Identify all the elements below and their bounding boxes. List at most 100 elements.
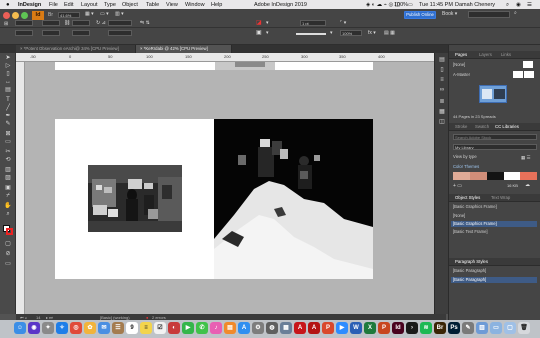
page-tool-icon[interactable]: ▯ [4,71,12,78]
free-transform-tool-icon[interactable]: ⟲ [4,157,12,164]
adobe-stock-search[interactable] [468,11,510,18]
rotation-field[interactable] [108,20,132,26]
x-field[interactable] [15,20,33,26]
cc-libraries-icon[interactable]: ◫ [438,119,446,126]
dock-image-capture-icon[interactable]: ◍ [266,322,278,334]
window-close-button[interactable] [3,12,10,19]
reference-point-icon[interactable]: ⊞ [4,21,8,27]
tab-kerrdabi[interactable]: × *KeRrdabi @ 42% [CPU Preview] [136,45,232,53]
dock-acrobat-icon[interactable]: A [294,322,306,334]
dock-chrome-icon[interactable]: ◎ [70,322,82,334]
color-themes-header[interactable]: Color Themes [451,164,537,170]
dock-siri-icon[interactable]: ◉ [28,322,40,334]
battery-percent[interactable]: 100% [394,2,408,8]
menu-table[interactable]: Table [146,2,159,8]
theme-color-1[interactable] [453,172,470,180]
swatches-icon[interactable]: ▦ [438,109,446,116]
dock-calendar-icon[interactable]: 9 [126,322,138,334]
stroke-panel-icon[interactable]: ≣ [438,99,446,106]
tab-text-wrap[interactable]: Text Wrap [491,194,510,202]
rotate-icon[interactable]: ↻ ⊿ [96,20,106,26]
scissors-tool-icon[interactable]: ✂ [4,149,12,156]
dock-system-preferences-icon[interactable]: ⚙ [252,322,264,334]
user-name[interactable]: Damah Chenery [455,2,495,8]
direct-selection-tool-icon[interactable]: ▷ [4,63,12,70]
window-minimize-button[interactable] [12,12,19,19]
gap-tool-icon[interactable]: ↔ [4,79,12,86]
dock-terminal-icon[interactable]: › [406,322,418,334]
dock-ibooks-icon[interactable]: ▤ [224,322,236,334]
dock-contacts-icon[interactable]: ☰ [112,322,124,334]
theme-color-3[interactable] [487,172,504,180]
dock-downloads-icon[interactable]: ▥ [476,322,488,334]
theme-color-5[interactable] [520,172,537,180]
master-a-right-thumbnail[interactable] [524,71,534,78]
opacity-field[interactable]: 100% [340,30,362,36]
screen-mode-icon[interactable]: ▭ ▾ [100,11,109,17]
dock-preview-icon[interactable]: ▦ [280,322,292,334]
bridge-shortcut[interactable]: Br [48,12,53,18]
hand-tool-icon[interactable]: ✋ [4,203,12,210]
rectangle-frame-tool-icon[interactable]: ⊠ [4,131,12,138]
tab-cc-libraries[interactable]: CC Libraries [495,123,519,131]
dock-script-editor-icon[interactable]: ✎ [462,322,474,334]
dock-messages-icon[interactable]: ✆ [196,322,208,334]
dock-acrobat-reader-icon[interactable]: A [308,322,320,334]
cloud-sync-icon[interactable]: ☁ [525,182,530,188]
pages-icon[interactable]: ▯ [438,67,446,74]
object-style-item-selected[interactable]: [Basic Graphics Frame] [451,221,537,227]
menu-edit[interactable]: Edit [64,2,73,8]
dock-photo-booth-icon[interactable]: ◐ [168,322,180,334]
tab-close-icon[interactable]: × [140,46,143,51]
publish-online-button[interactable]: Publish Online [404,11,436,19]
scale-x-field[interactable] [72,20,90,26]
tab-close-icon[interactable]: × [20,46,23,51]
links-icon[interactable]: ∞ [438,87,446,94]
dock-photos-icon[interactable]: ✿ [84,322,96,334]
object-style-item[interactable]: [None] [451,213,537,219]
add-to-library-icon[interactable]: + ▭ [453,183,462,189]
stroke-swatch-icon[interactable] [6,228,13,235]
siri-icon[interactable]: ◉ [516,2,521,8]
dock-excel-icon[interactable]: X [364,322,376,334]
notification-center-icon[interactable]: ☰ [527,2,532,8]
apply-none-icon[interactable]: ⊘ [4,251,12,258]
current-spread-thumbnail[interactable] [479,85,507,103]
menu-object[interactable]: Object [122,2,138,8]
library-search-field[interactable]: Search Adobe Stock [453,134,537,140]
dock-itunes-icon[interactable]: ♪ [210,322,222,334]
dock-facetime-icon[interactable]: ▶ [182,322,194,334]
dock-finder-window-icon[interactable]: ▢ [504,322,516,334]
tab-pages[interactable]: Pages [455,51,467,59]
zoom-tool-icon[interactable]: ⌕ [4,211,12,218]
screen-mode-tool-icon[interactable]: ▭ [4,261,12,268]
dock-safari-icon[interactable]: ✧ [56,322,68,334]
paragraph-style-item-selected[interactable]: [Basic Paragraph] [451,277,537,283]
menu-clock[interactable]: Tue 11:45 PM [419,2,453,8]
menu-file[interactable]: File [49,2,58,8]
dock-finder-icon[interactable]: ☺ [14,322,26,334]
tab-swatch[interactable]: Swatch [475,123,489,131]
properties-icon[interactable]: ▤ [438,57,446,64]
fill-none-icon[interactable]: ◪ [256,19,262,26]
dock-powerpoint-icon[interactable]: P [378,322,390,334]
tab-stroke[interactable]: Stroke [455,123,467,131]
flip-icons[interactable]: ⇋ ⇅ [140,20,150,26]
apple-menu-icon[interactable]: ● [6,2,10,8]
pen-tool-icon[interactable]: ✒ [4,113,12,120]
tab-paragraph-styles[interactable]: Paragraph Styles [455,258,488,266]
workspace-switcher[interactable]: Book ▾ [442,11,457,17]
dock-trash-icon[interactable]: 🗑 [518,322,530,334]
width-field[interactable] [42,20,60,26]
object-style-item[interactable]: [Basic Text Frame] [451,229,537,235]
right-page[interactable] [214,119,373,279]
corner-options-icon[interactable]: ⌜ ▾ [340,20,346,26]
spotlight-icon[interactable]: ⌕ [506,2,509,9]
previous-spread[interactable] [55,62,373,70]
menu-type[interactable]: Type [104,2,116,8]
menu-view[interactable]: View [166,2,178,8]
polar-explorers-photo[interactable] [214,119,373,279]
arrange-documents-icon[interactable]: ▥ ▾ [115,11,124,17]
dock-mail-icon[interactable]: ✉ [98,322,110,334]
gradient-swatch-tool-icon[interactable]: ▥ [4,167,12,174]
